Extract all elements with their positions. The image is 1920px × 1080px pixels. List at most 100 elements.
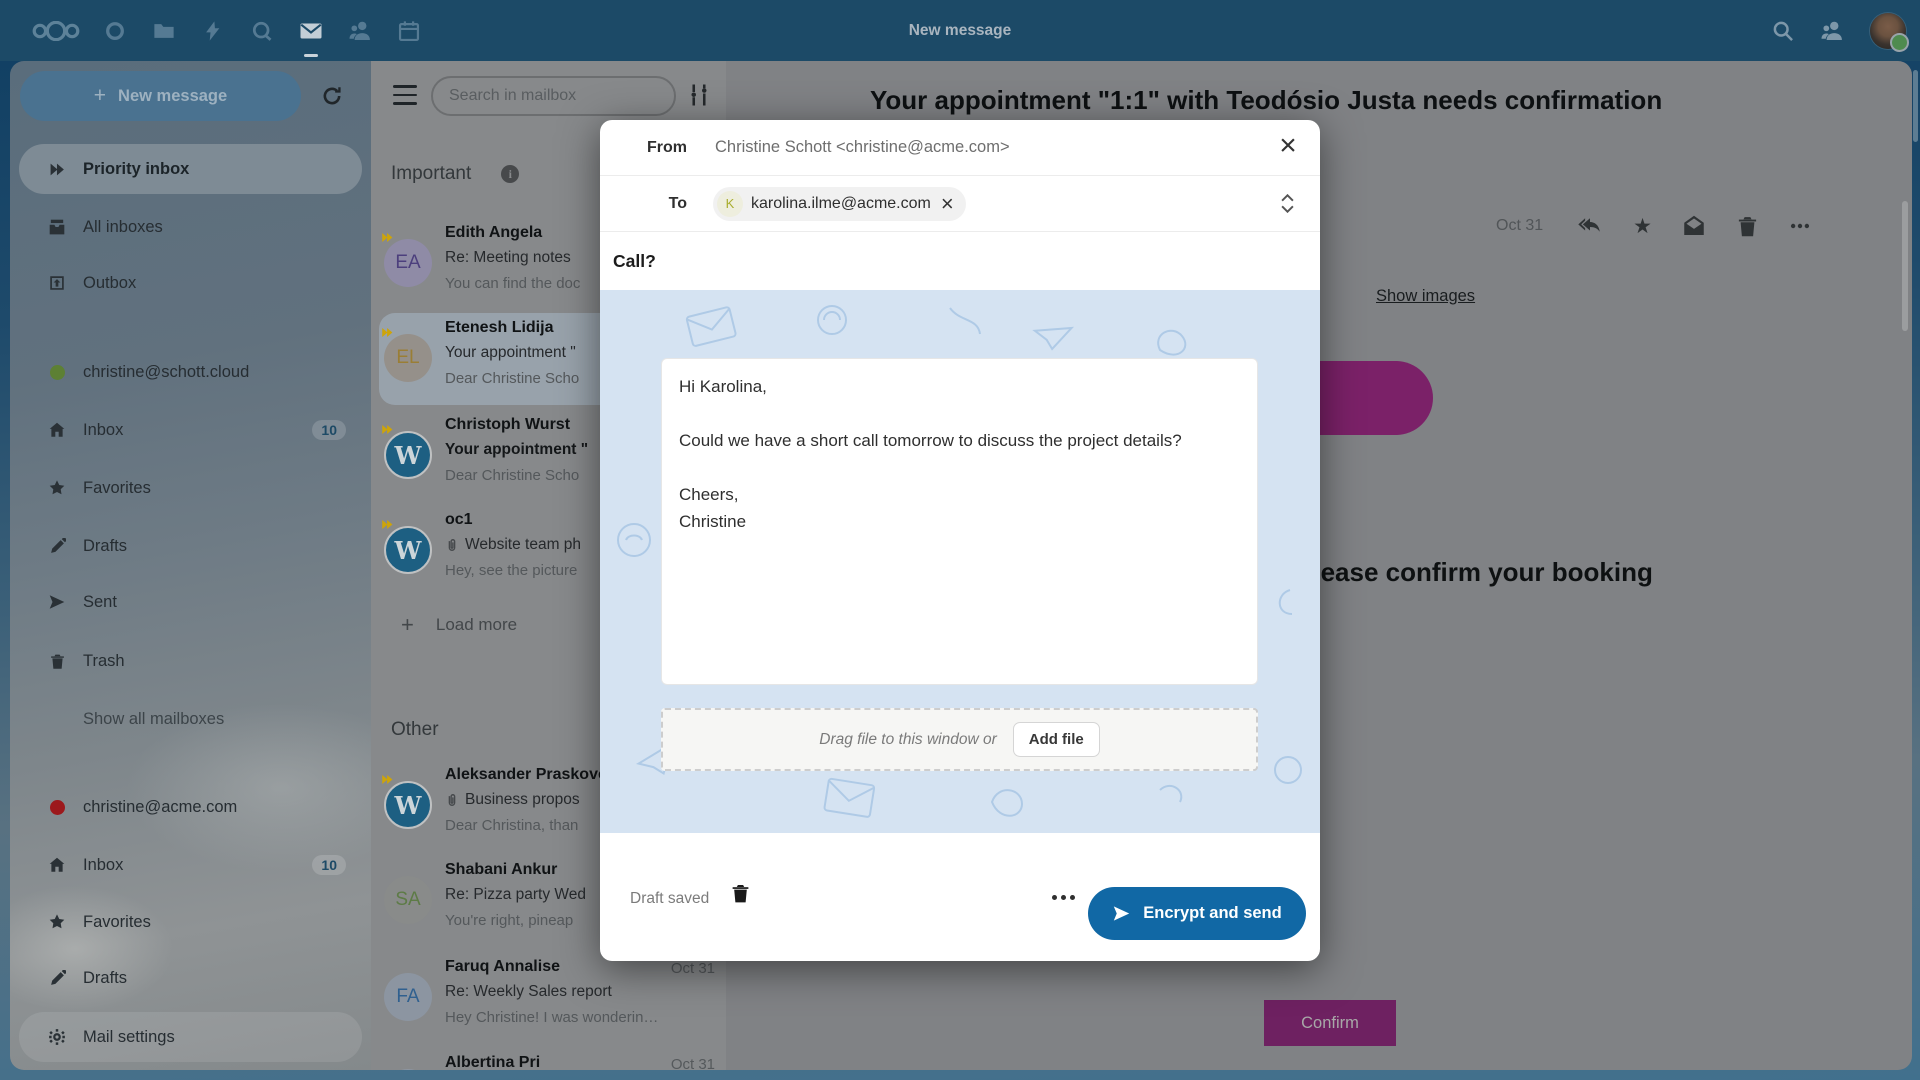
pencil-icon (45, 970, 69, 987)
message-body-editor[interactable]: Hi Karolina,Could we have a short call t… (661, 358, 1258, 685)
section-header-other: Other (391, 717, 439, 743)
show-images-link[interactable]: Show images (1376, 287, 1475, 306)
page-scrollbar[interactable] (1913, 70, 1918, 142)
search-input[interactable] (431, 76, 676, 116)
message-row-faruq-annalise[interactable]: FA Faruq Annalise Re: Weekly Sales repor… (371, 952, 726, 1044)
app-icon-dashboard[interactable] (90, 0, 139, 61)
sidebar-item-all-inboxes[interactable]: All inboxes (19, 202, 362, 252)
sidebar-item-christine-schott-cloud[interactable]: christine@schott.cloud (19, 347, 362, 397)
app-icon-files[interactable] (139, 0, 188, 61)
sidebar-item-favorites-2[interactable]: Favorites (19, 897, 362, 947)
unread-count-badge: 10 (312, 420, 346, 440)
add-file-button[interactable]: Add file (1013, 722, 1100, 757)
menu-toggle-icon[interactable] (393, 85, 417, 105)
dot-green-icon (45, 365, 69, 380)
star-icon (45, 913, 69, 931)
attachment-hint: Drag file to this window or (819, 731, 996, 749)
sender-avatar: SA (384, 876, 432, 924)
body-line: Hi Karolina, (679, 373, 1240, 400)
sidebar-item-drafts-2[interactable]: Drafts (19, 953, 362, 1003)
section-label: Important (391, 163, 471, 185)
remove-recipient-icon[interactable]: × (939, 193, 956, 215)
favorite-star-icon[interactable]: ★ (1633, 216, 1652, 237)
sidebar-item-sent[interactable]: Sent (19, 577, 362, 627)
sidebar-item-inbox[interactable]: Inbox 10 (19, 405, 362, 455)
confirm-booking-button[interactable]: Confirm (1264, 1000, 1396, 1046)
sidebar-item-show-all-mailboxes[interactable]: Show all mailboxes (19, 694, 362, 744)
sidebar-item-drafts[interactable]: Drafts (19, 521, 362, 571)
app-icon-nextcloud[interactable] (22, 21, 90, 41)
sidebar-item-favorites[interactable]: Favorites (19, 463, 362, 513)
expand-cc-bcc-icon[interactable] (1281, 194, 1294, 213)
compose-modal: × From Christine Schott <christine@acme.… (600, 120, 1320, 961)
important-flag-icon (381, 773, 394, 786)
mail-sidebar: + New message Priority inbox All inboxes… (10, 61, 371, 1070)
sidebar-item-label: Sent (83, 593, 117, 612)
important-flag-icon (381, 326, 394, 339)
gear-icon (45, 1028, 69, 1046)
priority-icon (45, 161, 69, 178)
app-icon-activity[interactable] (188, 0, 237, 61)
sidebar-item-label: Inbox (83, 421, 123, 440)
sender-avatar: EA (384, 239, 432, 287)
delete-icon[interactable] (1736, 215, 1759, 238)
content-scrollbar[interactable] (1902, 201, 1908, 331)
compose-body-area: Hi Karolina,Could we have a short call t… (600, 290, 1320, 833)
unread-count-badge: 10 (312, 855, 346, 875)
discard-draft-icon[interactable] (730, 883, 751, 904)
new-message-button[interactable]: + New message (20, 71, 301, 121)
sidebar-item-trash[interactable]: Trash (19, 636, 362, 686)
sidebar-item-label: Priority inbox (83, 160, 189, 179)
contacts-menu-icon[interactable] (1820, 19, 1844, 43)
unified-search-icon[interactable] (1772, 20, 1794, 42)
body-line (679, 454, 1240, 481)
compose-footer: Draft saved Encrypt and send (600, 833, 1320, 961)
sender-avatar: EL (384, 334, 432, 382)
sidebar-item-label: All inboxes (83, 218, 163, 237)
email-subject-heading: Your appointment "1:1" with Teodósio Jus… (870, 85, 1662, 116)
user-avatar[interactable] (1870, 13, 1906, 49)
body-line (679, 400, 1240, 427)
encrypt-and-send-button[interactable]: Encrypt and send (1088, 887, 1306, 940)
app-icon-contacts[interactable] (335, 0, 384, 61)
subject-value: Call? (613, 251, 656, 272)
app-icon-search[interactable] (237, 0, 286, 61)
important-flag-icon (381, 423, 394, 436)
refresh-icon[interactable] (318, 82, 346, 110)
info-icon[interactable]: i (501, 165, 519, 183)
load-more-button[interactable]: + Load more (401, 610, 517, 640)
sidebar-item-priority-inbox[interactable]: Priority inbox (19, 144, 362, 194)
section-header-important: Important i (391, 161, 519, 187)
plus-icon: + (401, 612, 414, 638)
email-date: Oct 31 (1496, 217, 1543, 235)
plus-icon: + (94, 84, 106, 108)
sidebar-item-christine-acme-com[interactable]: christine@acme.com (19, 782, 362, 832)
reply-all-icon[interactable] (1577, 213, 1603, 239)
from-value[interactable]: Christine Schott <christine@acme.com> (715, 138, 1010, 157)
message-row-albertina-pri[interactable]: Albertina Pri Oct 31 (371, 1048, 726, 1070)
all-inboxes-icon (45, 218, 69, 236)
sidebar-item-label: christine@acme.com (83, 798, 237, 817)
sidebar-item-inbox-2[interactable]: Inbox 10 (19, 840, 362, 890)
recipient-chip[interactable]: K karolina.ilme@acme.com × (713, 187, 966, 221)
app-icon-calendar[interactable] (384, 0, 433, 61)
sender-avatar: FA (384, 973, 432, 1021)
app-icon-mail[interactable] (286, 0, 335, 61)
more-actions-icon[interactable] (1789, 215, 1811, 237)
attachment-icon (445, 538, 459, 552)
dot-red-icon (45, 800, 69, 815)
sidebar-item-mail-settings-2[interactable]: Mail settings (19, 1012, 362, 1062)
message-preview: Hey Christine! I was wonderin… (445, 1009, 726, 1026)
subject-row[interactable]: Call? (600, 232, 1320, 290)
outbox-icon (45, 274, 69, 292)
filter-icon[interactable] (685, 81, 713, 109)
from-label: From (600, 139, 687, 157)
more-send-options-icon[interactable] (1052, 895, 1075, 900)
body-line: Christine (679, 508, 1240, 535)
wordpress-logo-avatar: W (384, 526, 432, 574)
mark-unread-icon[interactable] (1682, 214, 1706, 238)
attachment-dropzone[interactable]: Drag file to this window or Add file (661, 708, 1258, 771)
sidebar-item-outbox[interactable]: Outbox (19, 258, 362, 308)
home-icon (45, 856, 69, 874)
app-navigation (22, 0, 433, 61)
